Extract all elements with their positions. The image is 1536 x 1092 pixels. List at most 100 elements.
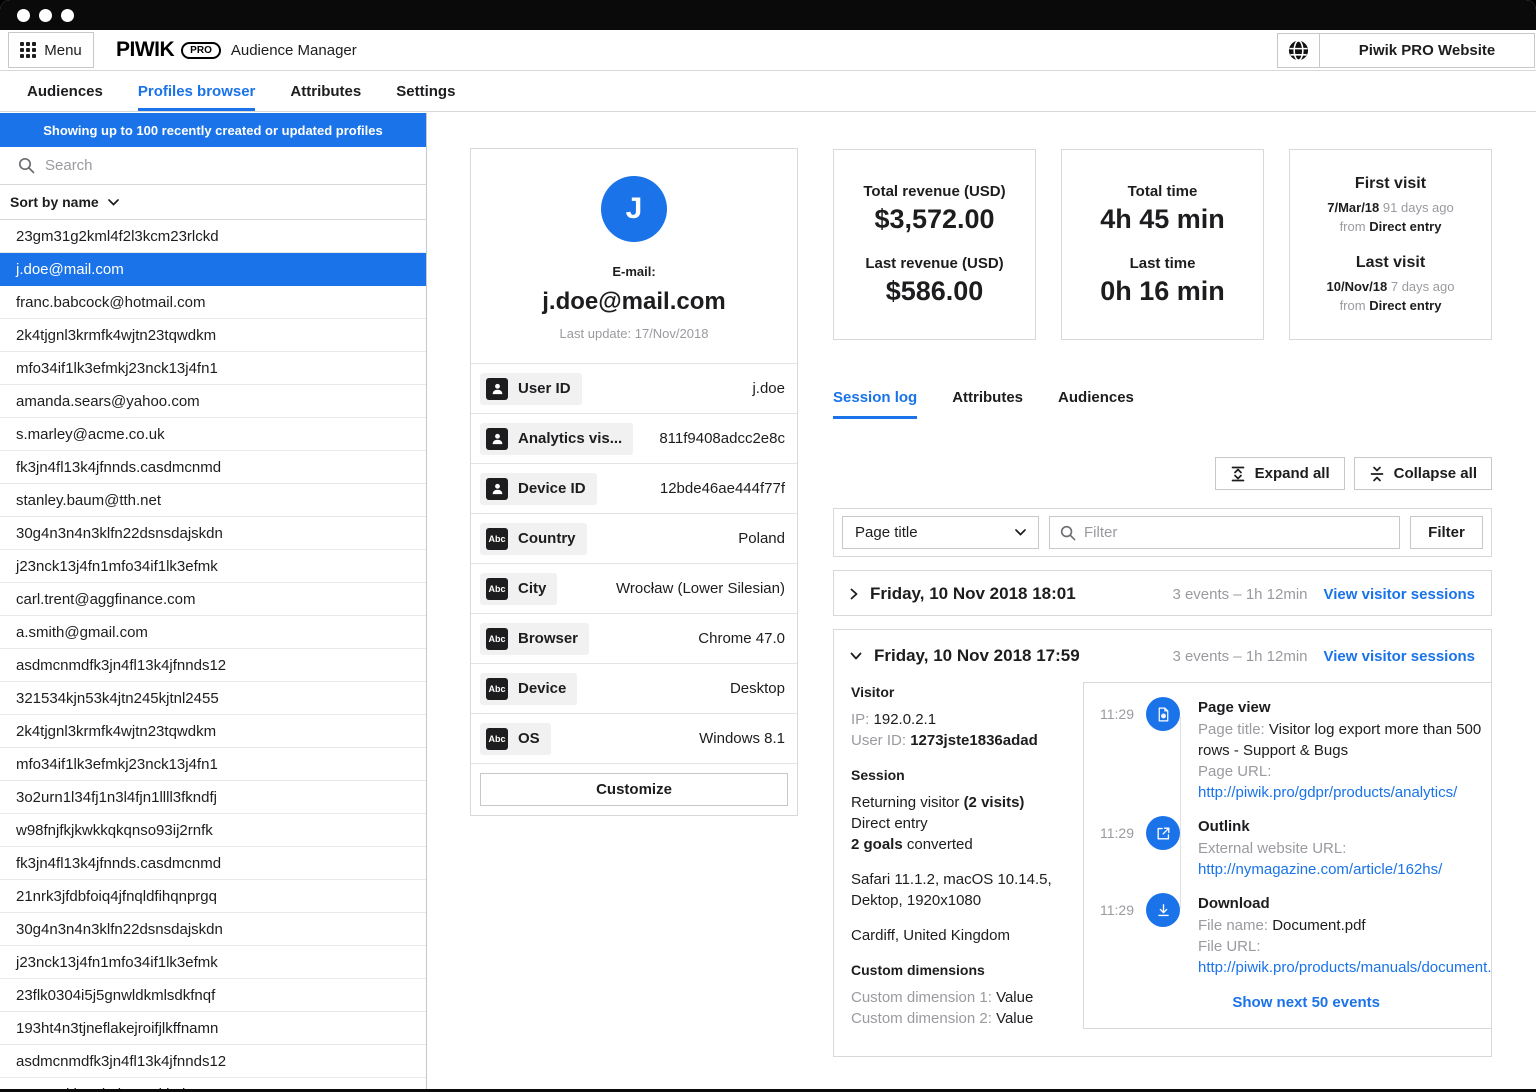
view-visitor-sessions-link[interactable]: View visitor sessions — [1324, 586, 1475, 603]
chevron-down-icon — [108, 199, 119, 206]
profile-list-item[interactable]: 21nrk3jfdbfoiq4jfnqldfihqnprgq — [0, 880, 426, 913]
profile-card: J E-mail: j.doe@mail.com Last update: 17… — [470, 148, 798, 816]
profile-list-item[interactable]: 30g4n3n4n3klfn22dsnsdajskdn — [0, 517, 426, 550]
site-switcher[interactable]: Piwik PRO Website — [1277, 33, 1535, 68]
attribute-pill: User ID — [480, 373, 582, 405]
profile-list-item[interactable]: 23flk0304i5j5gnwldkmlsdkfnqf — [0, 979, 426, 1012]
profile-list-item[interactable]: 321534kjn53k4jtn245kjtnl2455 — [0, 682, 426, 715]
attribute-row: Device ID 12bde46ae444f77f — [471, 463, 797, 513]
page-url-link[interactable]: http://piwik.pro/gdpr/products/analytics… — [1198, 784, 1457, 801]
tab-settings[interactable]: Settings — [396, 71, 455, 111]
profile-list-item[interactable]: mfo34if1lk3efmkj23nck13j4fn1 — [0, 352, 426, 385]
profile-list-item[interactable]: fk3jn4fl13k4jfnnds.casdmcnmd — [0, 451, 426, 484]
event-download: 11:29 Download File name: Document.pdf F… — [1100, 893, 1492, 978]
logo-piwik-text: PIWIK — [116, 38, 174, 62]
search-icon — [18, 157, 35, 174]
expand-all-button[interactable]: Expand all — [1215, 457, 1345, 490]
session-tech: Safari 11.1.2, macOS 10.14.5, Dektop, 19… — [851, 869, 1066, 911]
attribute-row: Abc Country Poland — [471, 513, 797, 563]
tab-detail-attributes[interactable]: Attributes — [952, 389, 1023, 419]
user-id-icon — [486, 378, 508, 400]
collapse-all-button[interactable]: Collapse all — [1354, 457, 1492, 490]
last-time-title: Last time — [1062, 255, 1263, 272]
chevron-right-icon[interactable] — [850, 588, 858, 600]
attribute-pill: Abc City — [480, 573, 557, 605]
abc-icon: Abc — [486, 728, 508, 750]
profile-list-item[interactable]: w98fnjfkjkwkkqkqnso93ij2rnfk — [0, 814, 426, 847]
profile-list-item[interactable]: mfo34if1lk3efmkj23nck13j4fn1 — [0, 748, 426, 781]
tab-profiles-browser[interactable]: Profiles browser — [138, 71, 256, 111]
attribute-row: Abc OS Windows 8.1 — [471, 713, 797, 763]
sort-by-name-dropdown[interactable]: Sort by name — [0, 185, 426, 220]
profile-list-item[interactable]: carl.trent@aggfinance.com — [0, 583, 426, 616]
session-heading: Session — [851, 765, 1083, 786]
last-time-value: 0h 16 min — [1062, 276, 1263, 307]
session-date[interactable]: Friday, 10 Nov 2018 18:01 — [870, 584, 1076, 604]
profile-list-item[interactable]: 3o2urn1l34fj1n3l4fjn1llll3fkndfj — [0, 781, 426, 814]
globe-icon — [1278, 34, 1320, 67]
search-input[interactable] — [45, 157, 375, 174]
event-time: 11:29 — [1100, 697, 1146, 803]
profile-list-item[interactable]: s.marley@acme.co.uk — [0, 418, 426, 451]
total-revenue-value: $3,572.00 — [834, 204, 1035, 235]
user-id-icon — [486, 478, 508, 500]
filter-input[interactable] — [1084, 524, 1389, 541]
session-controls: Expand all Collapse all — [833, 457, 1492, 490]
profile-list-item[interactable]: fk3jn4fl13k4jfnnds.casdmcnmd — [0, 847, 426, 880]
profile-list-item[interactable]: amanda.sears@yahoo.com — [0, 385, 426, 418]
attribute-row: User ID j.doe — [471, 363, 797, 413]
tab-audiences[interactable]: Audiences — [27, 71, 103, 111]
filter-input-wrap — [1049, 516, 1400, 549]
window-minimize-button[interactable] — [39, 9, 52, 22]
profile-list-item[interactable]: 193ht4n3tjneflakejroifjlkffnamn — [0, 1012, 426, 1045]
profile-list-item[interactable]: asdmcnmdfk3jn4fl13k4jfnnds12 — [0, 1045, 426, 1078]
profile-list-item[interactable]: asdmcnmdfk3jn4fl13k4jfnnds12 — [0, 649, 426, 682]
attribute-row: Analytics vis... 811f9408adcc2e8c — [471, 413, 797, 463]
session-date[interactable]: Friday, 10 Nov 2018 17:59 — [874, 646, 1080, 666]
tab-attributes[interactable]: Attributes — [290, 71, 361, 111]
session-row-collapsed: Friday, 10 Nov 2018 18:01 3 events – 1h … — [833, 570, 1492, 616]
tab-detail-audiences[interactable]: Audiences — [1058, 389, 1134, 419]
view-visitor-sessions-link[interactable]: View visitor sessions — [1324, 648, 1475, 665]
app-header: Menu PIWIK PRO Audience Manager Piwik PR… — [0, 30, 1536, 71]
search-icon — [1060, 525, 1076, 541]
chevron-down-icon[interactable] — [850, 652, 862, 660]
profile-list-item[interactable]: 23gm31g2kml4f2l3kcm23rlckd — [0, 220, 426, 253]
profile-list-item[interactable]: franc.babcock@hotmail.com — [0, 286, 426, 319]
session-row-expanded: Friday, 10 Nov 2018 17:59 3 events – 1h … — [833, 629, 1492, 1057]
profile-list-item[interactable]: 321534kjn53k4jtn245kjtnl2455 — [0, 1078, 426, 1089]
revenue-card: Total revenue (USD) $3,572.00 Last reven… — [833, 149, 1036, 340]
attribute-pill: Abc OS — [480, 723, 551, 755]
events-timeline: 11:29 Page view Page title: Visitor log … — [1083, 682, 1492, 1029]
event-outlink: 11:29 Outlink External website URL: http… — [1100, 816, 1492, 880]
profile-list-item[interactable]: j23nck13j4fn1mfo34if1lk3efmk — [0, 550, 426, 583]
window-close-button[interactable] — [17, 9, 30, 22]
attribute-row: Abc Device Desktop — [471, 663, 797, 713]
profile-list-item[interactable]: 30g4n3n4n3klfn22dsnsdajskdn — [0, 913, 426, 946]
profile-email: j.doe@mail.com — [481, 288, 787, 316]
last-revenue-title: Last revenue (USD) — [834, 255, 1035, 272]
file-url-link[interactable]: http://piwik.pro/products/manuals/docume… — [1198, 959, 1492, 976]
customize-button[interactable]: Customize — [480, 773, 788, 806]
attribute-pill: Device ID — [480, 473, 597, 505]
attribute-pill: Abc Country — [480, 523, 587, 555]
filter-field-select[interactable]: Page title — [842, 516, 1039, 549]
profile-list-item[interactable]: a.smith@gmail.com — [0, 616, 426, 649]
filter-bar: Page title Filter — [833, 508, 1492, 557]
attribute-pill: Abc Device — [480, 673, 577, 705]
external-url-link[interactable]: http://nymagazine.com/article/162hs/ — [1198, 861, 1442, 878]
tab-session-log[interactable]: Session log — [833, 389, 917, 419]
attribute-row: Abc Browser Chrome 47.0 — [471, 613, 797, 663]
show-next-events-link[interactable]: Show next 50 events — [1100, 994, 1492, 1011]
profile-list-item-selected[interactable]: j.doe@mail.com — [0, 253, 426, 286]
profile-list-item[interactable]: 2k4tjgnl3krmfk4wjtn23tqwdkm — [0, 319, 426, 352]
filter-button[interactable]: Filter — [1410, 516, 1483, 549]
menu-button[interactable]: Menu — [8, 32, 94, 68]
profile-list-item[interactable]: j23nck13j4fn1mfo34if1lk3efmk — [0, 946, 426, 979]
profile-list-item[interactable]: 2k4tjgnl3krmfk4wjtn23tqwdkm — [0, 715, 426, 748]
stats-cards: Total revenue (USD) $3,572.00 Last reven… — [833, 149, 1492, 340]
logo-pro-badge: PRO — [181, 42, 221, 59]
profile-list-item[interactable]: stanley.baum@tth.net — [0, 484, 426, 517]
session-location: Cardiff, United Kingdom — [851, 925, 1083, 946]
window-zoom-button[interactable] — [61, 9, 74, 22]
